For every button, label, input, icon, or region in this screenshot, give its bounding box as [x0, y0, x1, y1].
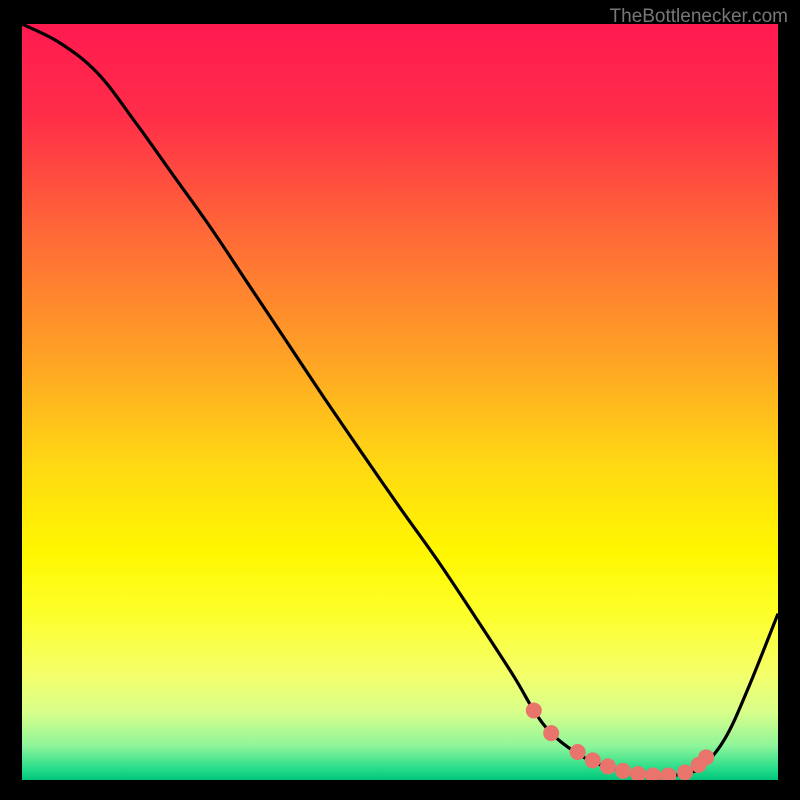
marker-dot	[543, 725, 559, 741]
chart-overlay	[22, 24, 778, 780]
curve-line	[22, 24, 778, 775]
marker-dot	[698, 749, 714, 765]
marker-dot	[600, 758, 616, 774]
marker-dot	[660, 767, 676, 780]
marker-dot	[526, 702, 542, 718]
marker-dot	[585, 752, 601, 768]
marker-dot	[570, 744, 586, 760]
marker-dot	[630, 766, 646, 780]
watermark-text: TheBottlenecker.com	[610, 6, 788, 28]
marker-dot	[645, 767, 661, 780]
chart-container	[22, 24, 778, 780]
marker-dot	[615, 763, 631, 779]
marker-group	[526, 702, 714, 780]
marker-dot	[677, 764, 693, 780]
